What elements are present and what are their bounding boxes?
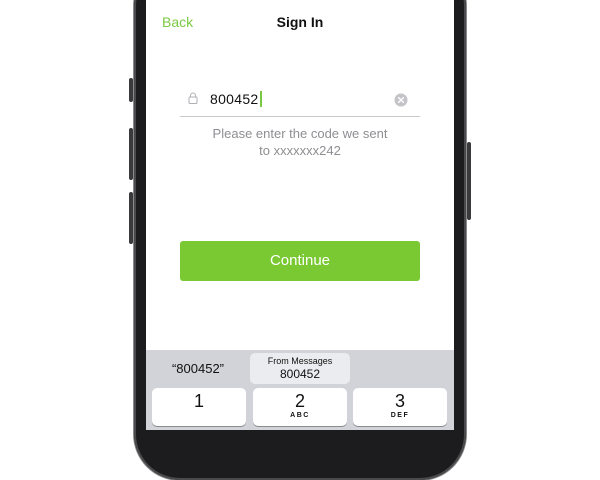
typed-suggestion[interactable]: “800452” xyxy=(146,361,250,376)
power-button xyxy=(467,142,471,220)
suggestion-source: From Messages xyxy=(267,356,333,366)
verification-code-field[interactable]: 800452 xyxy=(180,84,420,117)
clear-icon[interactable] xyxy=(394,93,408,107)
key-digit: 3 xyxy=(394,391,405,411)
key-letters: ABC xyxy=(290,412,310,419)
page-title: Sign In xyxy=(276,14,324,30)
hint-line-2: to xxxxxxx242 xyxy=(259,143,341,158)
text-cursor xyxy=(259,91,262,107)
key-digit: 1 xyxy=(193,391,204,411)
code-hint: Please enter the code we sent to xxxxxxx… xyxy=(180,125,420,159)
suggestion-bar: “800452” From Messages 800452 xyxy=(146,350,454,386)
message-code-suggestion[interactable]: From Messages 800452 xyxy=(250,353,350,384)
volume-down-button xyxy=(129,192,133,244)
key-letters: DEF xyxy=(390,412,410,419)
phone-screen: Back Sign In 800452 Please enter the cod… xyxy=(146,0,454,430)
volume-up-button xyxy=(129,128,133,180)
key-3[interactable]: 3 DEF xyxy=(353,388,447,426)
numeric-keyboard: “800452” From Messages 800452 1 2 ABC 3 … xyxy=(146,350,454,430)
key-1[interactable]: 1 xyxy=(152,388,246,426)
code-input[interactable]: 800452 xyxy=(210,91,262,107)
key-2[interactable]: 2 ABC xyxy=(253,388,347,426)
continue-button[interactable]: Continue xyxy=(180,241,420,281)
code-value: 800452 xyxy=(210,91,259,107)
key-digit: 2 xyxy=(294,391,305,411)
hint-line-1: Please enter the code we sent xyxy=(212,126,388,141)
lock-icon xyxy=(188,92,198,104)
silent-switch xyxy=(129,78,133,102)
suggestion-code: 800452 xyxy=(279,367,321,381)
